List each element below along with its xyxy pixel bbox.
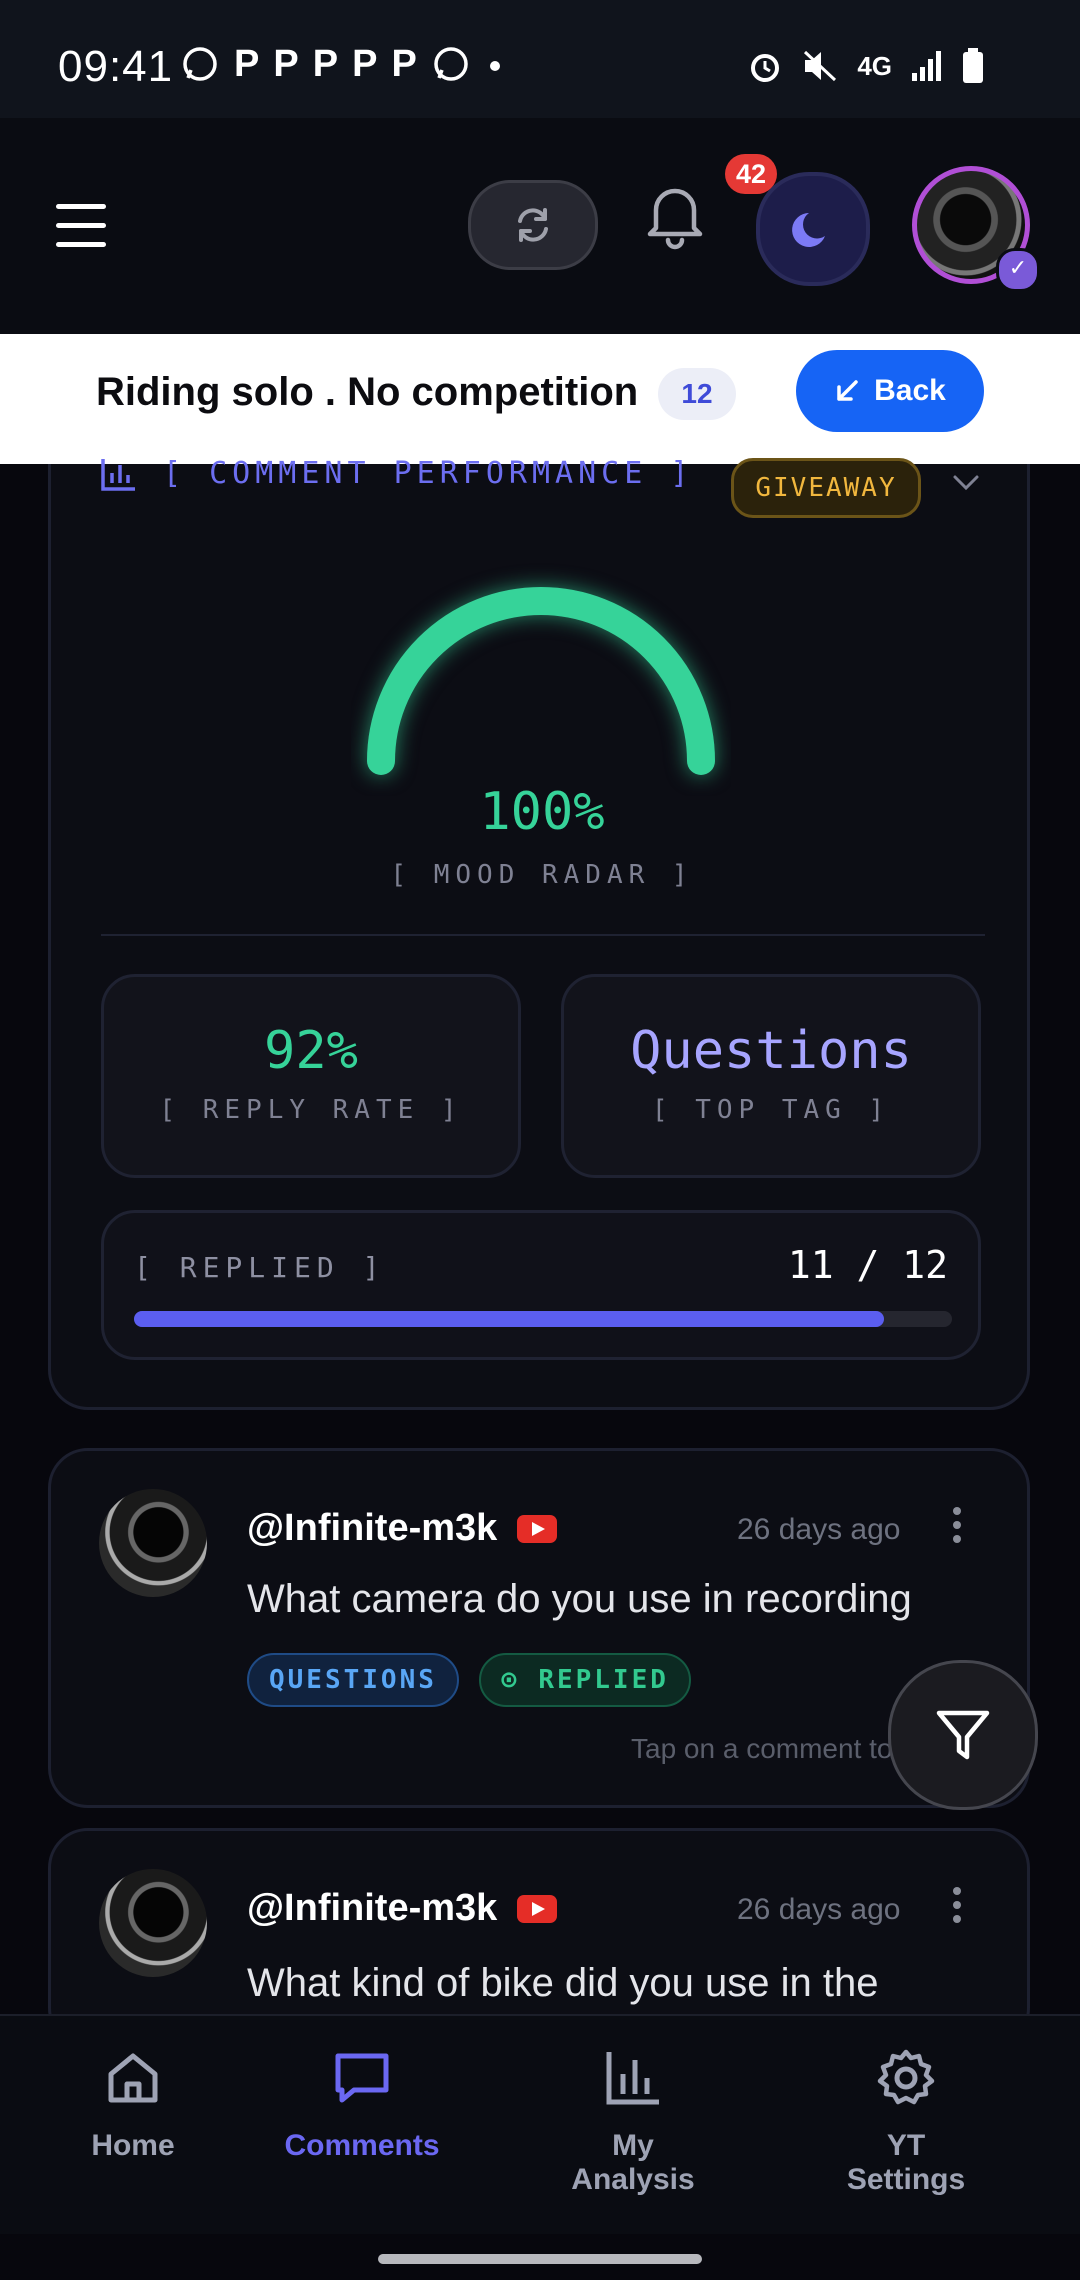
app-p-icon: P [391, 43, 417, 85]
top-tag-card: Questions [ TOP TAG ] [561, 974, 981, 1178]
youtube-icon [517, 1895, 557, 1923]
app-header: 42 ✓ [0, 118, 1080, 335]
whatsapp-icon [183, 47, 217, 81]
nav-yt-settings-label: YT Settings [846, 2129, 966, 2196]
top-tag-value: Questions [630, 1021, 912, 1081]
divider [101, 934, 985, 936]
verified-badge-icon: ✓ [996, 248, 1040, 292]
arrow-down-left-icon [837, 380, 858, 401]
theme-toggle-button[interactable] [756, 172, 870, 286]
replied-progress-fill [134, 1311, 884, 1327]
app-p-icon: P [352, 43, 378, 85]
performance-header: [ COMMENT PERFORMANCE ] [101, 456, 693, 491]
alarm-icon [751, 54, 780, 82]
nav-yt-settings[interactable]: YT Settings [826, 2046, 986, 2197]
refresh-button[interactable] [468, 180, 598, 270]
replied-progress-bar [134, 1311, 952, 1327]
tag-replied-label: REPLIED [538, 1665, 669, 1695]
replied-progress-card: [ REPLIED ] 11 / 12 [101, 1210, 981, 1360]
comment-time: 26 days ago [737, 1893, 901, 1926]
more-options-icon[interactable] [947, 1507, 967, 1549]
reply-rate-value: 92% [264, 1021, 358, 1081]
title-row: Riding solo . No competition 12 Back [0, 334, 1080, 464]
reply-rate-card: 92% [ REPLY RATE ] [101, 974, 521, 1178]
notifications-button[interactable] [640, 176, 710, 256]
back-button-label: Back [874, 374, 946, 407]
giveaway-badge[interactable]: GIVEAWAY [731, 458, 921, 518]
reply-rate-label: [ REPLY RATE ] [159, 1095, 463, 1125]
nav-comments[interactable]: Comments [282, 2046, 442, 2163]
home-icon [108, 2053, 158, 2103]
back-button[interactable]: Back [796, 350, 984, 432]
signal-icon [912, 51, 941, 81]
replied-label: [ REPLIED ] [134, 1251, 386, 1284]
moon-icon [792, 213, 825, 247]
comment-count-badge: 12 [658, 368, 736, 420]
nav-home[interactable]: Home [88, 2046, 178, 2163]
comment-card[interactable]: @Infinite-m3k 26 days ago What camera do… [48, 1448, 1030, 1808]
whatsapp-icon [434, 47, 468, 81]
app-p-icon: P [273, 43, 299, 85]
tag-questions[interactable]: QUESTIONS [247, 1653, 459, 1707]
home-gesture-handle[interactable] [378, 2254, 702, 2264]
bar-chart-icon [101, 458, 135, 491]
comment-avatar[interactable] [99, 1869, 207, 1977]
gesture-bar [0, 2234, 1080, 2280]
app-p-icon: P [312, 43, 339, 85]
filter-icon [936, 1710, 990, 1760]
comment-text: What camera do you use in recording [247, 1577, 912, 1621]
check-circle-icon: ⊙ [501, 1665, 539, 1695]
bottom-navigation: Home Comments My Analysis YT Settings [0, 2014, 1080, 2236]
gear-icon [877, 2049, 935, 2105]
comment-author[interactable]: @Infinite-m3k [247, 1507, 497, 1550]
mood-label: [ MOOD RADAR ] [390, 860, 694, 890]
bar-chart-icon [606, 2052, 659, 2105]
notification-icons: P P P P P [180, 44, 505, 84]
replied-value: 11 / 12 [787, 1243, 948, 1287]
mute-icon [804, 50, 837, 82]
page-title: Riding solo . No competition [96, 370, 639, 414]
top-tag-label: [ TOP TAG ] [651, 1095, 891, 1125]
tap-hint: Tap on a comment to [631, 1733, 893, 1764]
battery-icon [963, 48, 983, 83]
dot-icon [489, 61, 500, 71]
comment-time: 26 days ago [737, 1513, 901, 1546]
comment-avatar[interactable] [99, 1489, 207, 1597]
mood-gauge-fill [367, 587, 715, 775]
performance-title: [ COMMENT PERFORMANCE ] [163, 456, 694, 491]
nav-comments-label: Comments [284, 2129, 440, 2162]
chevron-down-icon[interactable] [951, 470, 981, 494]
nav-my-analysis-label: My Analysis [571, 2129, 695, 2196]
status-bar: 09:41 P P P P P 4G [0, 0, 1080, 118]
menu-icon[interactable] [56, 204, 106, 248]
system-icons: 4G [747, 48, 984, 84]
tag-replied[interactable]: ⊙ REPLIED [479, 1653, 691, 1707]
app-p-icon: P [234, 43, 260, 85]
network-type: 4G [857, 50, 892, 81]
nav-home-label: Home [91, 2129, 175, 2162]
comment-text: What kind of bike did you use in the [247, 1961, 879, 2005]
mood-value: 100% [479, 782, 605, 842]
more-options-icon[interactable] [947, 1887, 967, 1929]
filter-button[interactable] [888, 1660, 1038, 1810]
youtube-icon [517, 1515, 557, 1543]
comment-author[interactable]: @Infinite-m3k [247, 1887, 497, 1930]
comment-icon [335, 2053, 389, 2103]
comment-performance-card: [ COMMENT PERFORMANCE ] GIVEAWAY 100% [ … [48, 456, 1030, 1410]
refresh-icon [518, 208, 548, 242]
bell-icon [647, 188, 703, 250]
mood-radar-gauge [367, 587, 715, 775]
nav-my-analysis[interactable]: My Analysis [548, 2046, 718, 2197]
status-time: 09:41 [58, 42, 174, 91]
